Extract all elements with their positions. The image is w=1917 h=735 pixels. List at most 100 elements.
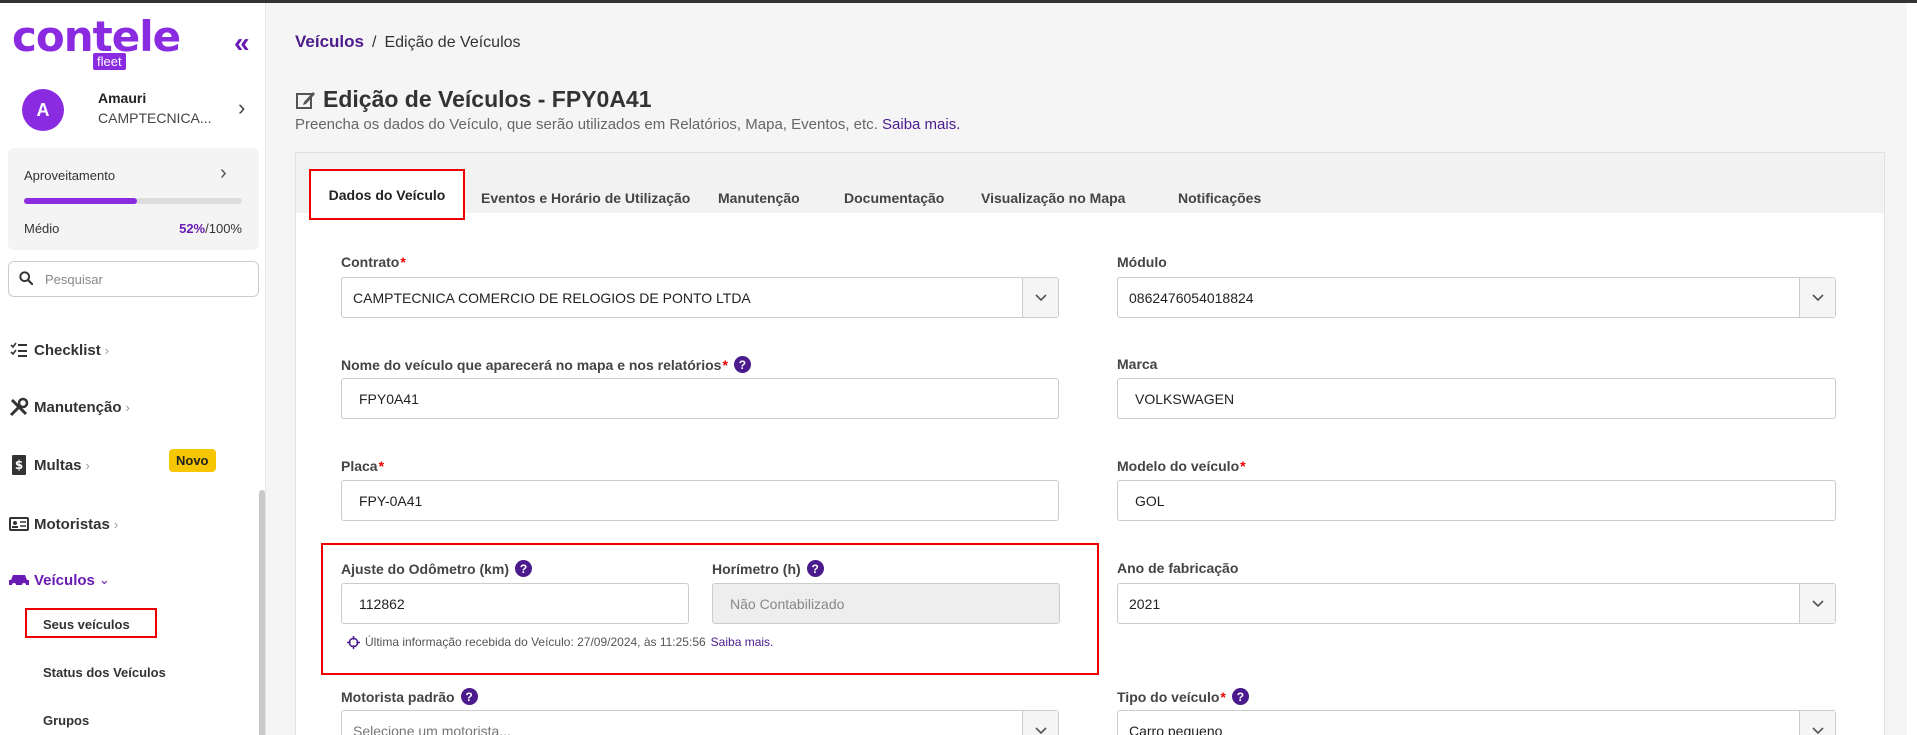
page-subtitle: Preencha os dados do Veículo, que serão … xyxy=(295,116,960,133)
required-marker: * xyxy=(1220,688,1226,705)
logo-word: contele xyxy=(12,12,181,61)
last-info-note: Última informação recebida do Veículo: 2… xyxy=(347,635,773,649)
fine-icon: $ xyxy=(8,455,30,475)
horimetro-label: Horímetro (h)? xyxy=(712,560,824,577)
crosshair-icon xyxy=(347,635,360,649)
help-icon[interactable]: ? xyxy=(806,560,824,577)
ano-value: 2021 xyxy=(1129,595,1161,612)
search-input[interactable] xyxy=(45,268,245,290)
modulo-select[interactable]: 0862476054018824 xyxy=(1117,277,1836,318)
sidebar-item-checklist[interactable]: Checklist › xyxy=(8,335,109,365)
sidebar-item-motoristas[interactable]: Motoristas › xyxy=(8,509,118,539)
nome-veiculo-label: Nome do veículo que aparecerá no mapa e … xyxy=(341,356,751,373)
sidebar-scrollbar[interactable] xyxy=(259,490,265,735)
placa-label-text: Placa xyxy=(341,458,378,474)
last-info-link[interactable]: Saiba mais. xyxy=(711,635,774,649)
help-icon[interactable]: ? xyxy=(460,688,478,705)
help-icon[interactable]: ? xyxy=(515,560,533,577)
modelo-label: Modelo do veículo * xyxy=(1117,458,1246,474)
marca-label: Marca xyxy=(1117,356,1158,372)
logo-badge: fleet xyxy=(93,53,126,70)
motorista-label: Motorista padrão? xyxy=(341,688,478,705)
chevron-right-icon[interactable]: › xyxy=(238,95,245,121)
chevron-right-icon: › xyxy=(85,457,90,473)
chevron-down-icon[interactable] xyxy=(1022,278,1058,317)
modelo-label-text: Modelo do veículo xyxy=(1117,458,1240,474)
help-icon[interactable]: ? xyxy=(1231,688,1249,705)
sidebar-item-label: Multas xyxy=(34,456,82,474)
chevron-down-icon[interactable] xyxy=(1022,711,1058,735)
usage-progress-fill xyxy=(24,198,138,204)
motorista-select[interactable]: Selecione um motorista... xyxy=(341,710,1059,735)
sub-item-seus-veiculos[interactable]: Seus veículos xyxy=(43,617,130,632)
search-box[interactable] xyxy=(8,261,259,297)
chevron-right-icon[interactable]: › xyxy=(220,162,227,185)
usage-level: Médio xyxy=(24,221,60,236)
horimetro-input: Não Contabilizado xyxy=(712,583,1060,624)
ano-label: Ano de fabricação xyxy=(1117,560,1239,576)
car-icon xyxy=(8,570,30,590)
main-scrollbar[interactable] xyxy=(1907,3,1917,735)
contrato-select[interactable]: CAMPTECNICA COMERCIO DE RELOGIOS DE PONT… xyxy=(341,277,1059,318)
contrato-label: Contrato * xyxy=(341,254,406,270)
tab-dados-veiculo[interactable]: Dados do Veículo xyxy=(309,169,465,220)
placa-input[interactable]: FPY-0A41 xyxy=(341,480,1059,521)
chevron-right-icon: › xyxy=(125,399,130,415)
chevron-down-icon[interactable] xyxy=(1799,278,1835,317)
chevron-down-icon[interactable] xyxy=(1799,711,1835,735)
usage-percent: 52%/100% xyxy=(179,221,242,236)
sidebar-item-veiculos[interactable]: Veículos ⌄ xyxy=(8,565,110,595)
tab-documentacao[interactable]: Documentação xyxy=(844,190,944,206)
tab-visualizacao-mapa[interactable]: Visualização no Mapa xyxy=(981,190,1125,206)
search-icon xyxy=(19,271,33,285)
tipo-value: Carro pequeno xyxy=(1129,722,1223,735)
collapse-sidebar-icon[interactable]: « xyxy=(234,29,250,57)
tab-notificacoes[interactable]: Notificações xyxy=(1178,190,1261,206)
learn-more-link[interactable]: Saiba mais. xyxy=(882,116,960,133)
new-badge: Novo xyxy=(169,449,216,472)
avatar: A xyxy=(22,89,64,131)
contrato-label-text: Contrato xyxy=(341,254,400,270)
sidebar-item-label: Motoristas xyxy=(34,515,110,533)
odometro-input[interactable]: 112862 xyxy=(341,583,689,624)
required-marker: * xyxy=(400,254,406,270)
page-title: Edição de Veículos - FPY0A41 xyxy=(295,86,652,113)
marca-input[interactable]: VOLKSWAGEN xyxy=(1117,378,1836,419)
nome-veiculo-label-text: Nome do veículo que aparecerá no mapa e … xyxy=(341,356,722,373)
user-profile[interactable]: A Amauri CAMPTECNICA... › xyxy=(22,89,258,133)
breadcrumb-current: Edição de Veículos xyxy=(384,34,521,51)
chevron-down-icon[interactable] xyxy=(1799,584,1835,623)
tipo-label: Tipo do veículo *? xyxy=(1117,688,1249,705)
usage-percent-total: /100% xyxy=(205,221,242,236)
breadcrumb-link-veiculos[interactable]: Veículos xyxy=(295,32,364,51)
tipo-select[interactable]: Carro pequeno xyxy=(1117,710,1836,735)
sub-item-grupos[interactable]: Grupos xyxy=(43,713,89,728)
edit-icon xyxy=(296,91,315,109)
ano-select[interactable]: 2021 xyxy=(1117,583,1836,624)
sidebar-item-label: Veículos xyxy=(34,571,95,589)
help-icon[interactable]: ? xyxy=(733,356,751,373)
sub-item-status-veiculos[interactable]: Status dos Veículos xyxy=(43,665,166,680)
sidebar-item-manutencao[interactable]: Manutenção › xyxy=(8,392,130,422)
chevron-down-icon: ⌄ xyxy=(98,572,110,587)
user-name: Amauri xyxy=(98,90,147,106)
chevron-right-icon: › xyxy=(104,342,110,358)
tab-eventos-horario[interactable]: Eventos e Horário de Utilização xyxy=(481,190,690,206)
modelo-input[interactable]: GOL xyxy=(1117,480,1836,521)
sidebar-item-multas[interactable]: $ Multas › xyxy=(8,450,90,480)
horimetro-label-text: Horímetro (h) xyxy=(712,560,801,577)
placa-label: Placa * xyxy=(341,458,384,474)
usage-percent-value: 52% xyxy=(179,221,206,236)
tab-manutencao[interactable]: Manutenção xyxy=(718,190,800,206)
user-company: CAMPTECNICA... xyxy=(98,110,212,126)
chevron-right-icon: › xyxy=(113,516,119,532)
usage-card[interactable]: Aproveitamento › Médio 52%/100% xyxy=(8,148,259,250)
logo[interactable]: contele fleet xyxy=(12,12,181,71)
checklist-icon xyxy=(8,340,30,360)
odometro-label: Ajuste do Odômetro (km)? xyxy=(341,560,533,577)
modulo-label: Módulo xyxy=(1117,254,1167,270)
id-card-icon xyxy=(8,514,30,534)
nome-veiculo-input[interactable]: FPY0A41 xyxy=(341,378,1059,419)
main-content: Veículos / Edição de Veículos Edição de Ve… xyxy=(267,3,1917,735)
svg-text:$: $ xyxy=(15,458,23,472)
